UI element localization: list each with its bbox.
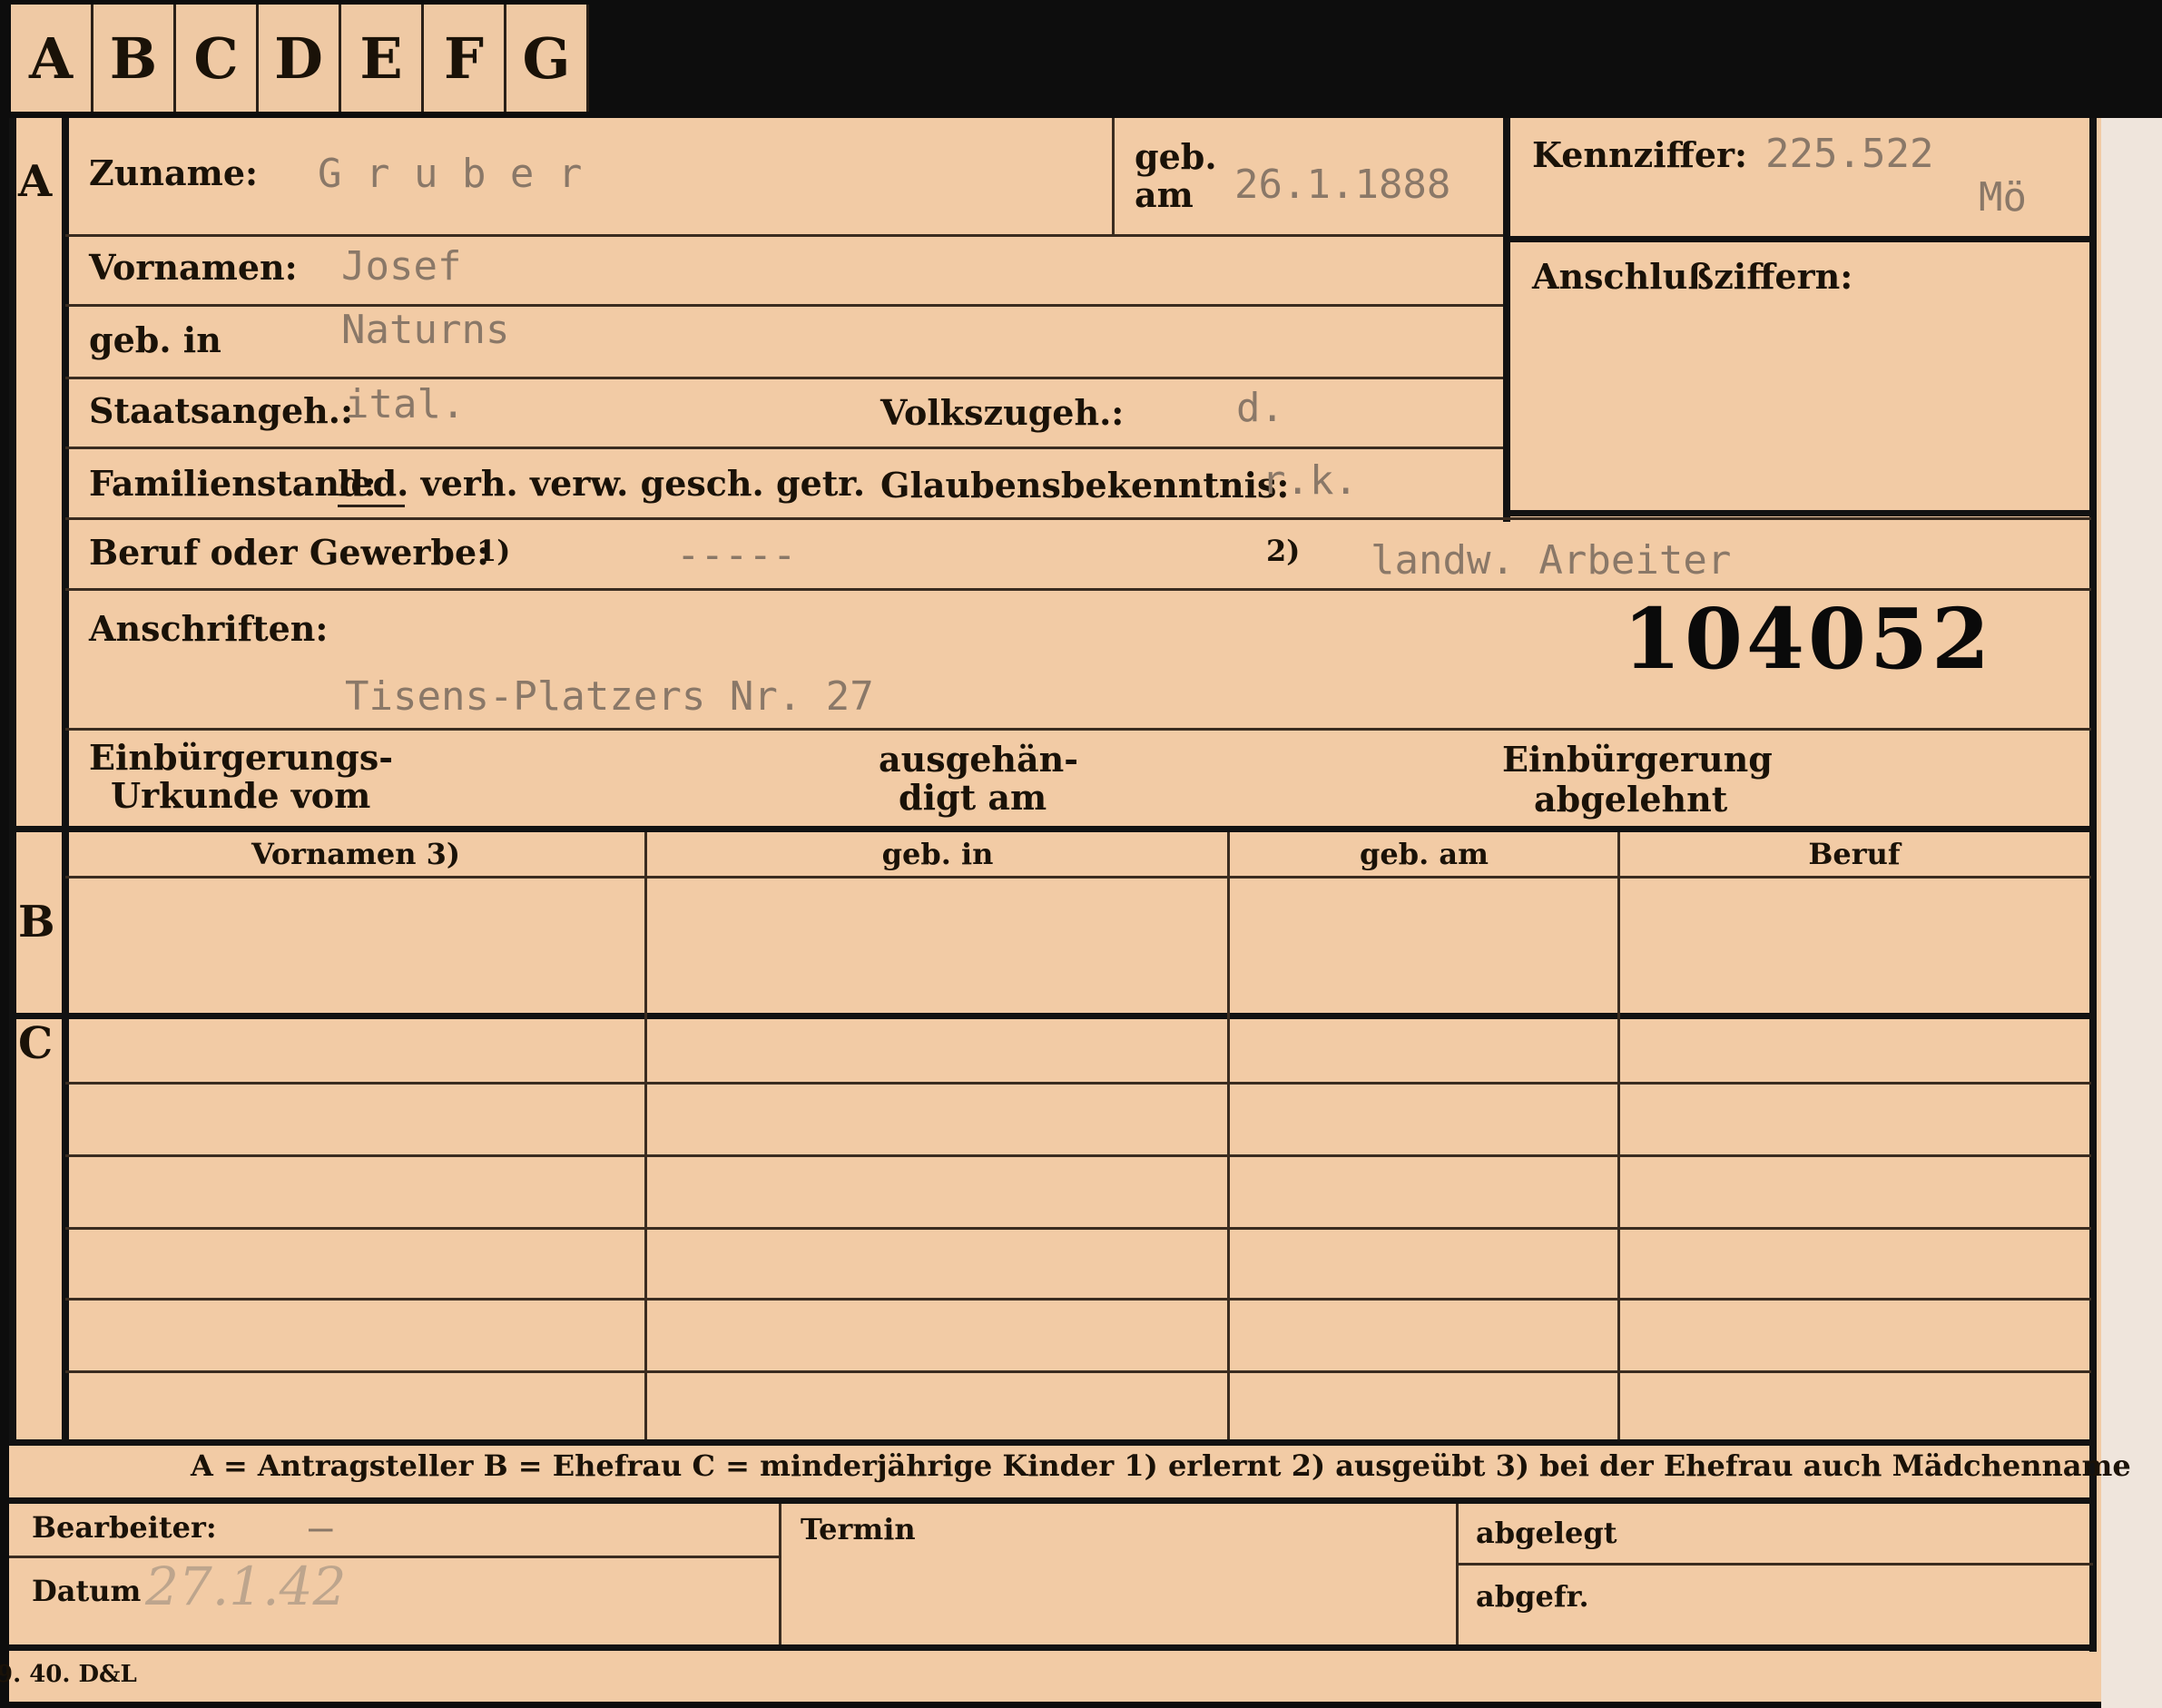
table-row-line: [65, 1227, 2091, 1230]
datum-label: Datum: [32, 1574, 142, 1608]
familienstand-underline: [338, 505, 405, 507]
zuname-label: Zuname:: [89, 152, 259, 193]
tab-b: B: [93, 5, 176, 112]
abgelegt-line: [1458, 1563, 2093, 1566]
ausgehaendigt-label-2: digt am: [899, 777, 1047, 818]
row-line: [65, 517, 2091, 520]
row-line: [65, 234, 1503, 237]
einbuergerung-abgelehnt-label-2: abgelehnt: [1534, 779, 1728, 820]
glaubensbekenntnis-value: r.k.: [1262, 457, 1358, 504]
geb-in-value: Naturns: [341, 307, 510, 353]
anschriften-label: Anschriften:: [89, 608, 329, 649]
am-label: am: [1135, 174, 1194, 215]
col-header-vornamen: Vornamen 3): [251, 837, 461, 871]
index-tabs: A B C D E F G: [11, 5, 589, 112]
registration-card: A Zuname: G r u b e r geb. am 26.1.1888 …: [0, 118, 2131, 1702]
geb-divider: [1112, 118, 1115, 234]
tab-f: F: [424, 5, 506, 112]
col-header-beruf: Beruf: [1808, 837, 1901, 871]
abgelegt-label: abgelegt: [1476, 1516, 1617, 1550]
section-c-top-border: [9, 1013, 2097, 1019]
ausgehaendigt-label-1: ausgehän-: [879, 739, 1079, 780]
beruf-footnote-1: 1): [477, 534, 511, 568]
anschlussziffern-label: Anschlußziffern:: [1532, 256, 1853, 297]
einbuergerung-abgelehnt-label-1: Einbürgerung: [1502, 739, 1773, 780]
tab-d: D: [259, 5, 341, 112]
geb-am-value: 26.1.1888: [1234, 162, 1451, 208]
row-line: [65, 304, 1503, 307]
section-a-label: A: [18, 156, 53, 207]
section-column-border: [62, 118, 69, 1443]
tab-g: G: [506, 5, 589, 112]
zuname-value: G r u b e r: [318, 151, 583, 197]
familienstand-options: led. verh. verw. gesch. getr.: [338, 463, 866, 504]
volkszugeh-label: Volkszugeh.:: [880, 392, 1125, 433]
kennziffer-box-divider: [1503, 236, 2093, 242]
col-header-geb-in: geb. in: [881, 837, 994, 871]
tab-a: A: [11, 5, 93, 112]
legend-bottom-border: [9, 1497, 2097, 1504]
card-number: 104052: [1623, 590, 1994, 688]
row-line: [65, 377, 1503, 379]
card-bottom-border: [9, 1644, 2097, 1651]
beruf-ausgeuebt-value: landw. Arbeiter: [1371, 537, 1732, 584]
termin-divider-right: [1456, 1504, 1459, 1649]
familienstand-label: Familienstand:: [89, 463, 377, 504]
einbuergerung-urkunde-label-2: Urkunde vom: [111, 775, 371, 816]
bearbeiter-label: Bearbeiter:: [32, 1510, 217, 1545]
col-divider: [1617, 832, 1620, 1440]
header-row-line: [65, 876, 2091, 879]
anschrift-value: Tisens-Platzers Nr. 27: [345, 673, 874, 720]
legend-top-border: [9, 1439, 2097, 1446]
volkszugeh-value: d.: [1236, 385, 1284, 431]
beruf-erlernt-value: -----: [676, 532, 797, 578]
kennziffer-box-bottom: [1503, 510, 2093, 516]
vornamen-label: Vornamen:: [89, 247, 298, 288]
termin-label: Termin: [801, 1512, 916, 1546]
kennziffer-label: Kennziffer:: [1532, 134, 1748, 175]
legend: A = Antragsteller B = Ehefrau C = minder…: [191, 1448, 2131, 1483]
section-b-label: B: [18, 897, 55, 947]
einbuergerung-urkunde-label-1: Einbürgerungs-: [89, 737, 394, 778]
table-row-line: [65, 1370, 2091, 1373]
beruf-footnote-2: 2): [1266, 534, 1301, 568]
print-mark: 9. 40. D&L: [0, 1661, 137, 1688]
kennziffer-box-left: [1503, 118, 1510, 522]
right-border: [2089, 118, 2097, 1652]
datum-value: 27.1.42: [145, 1556, 347, 1617]
section-c-label: C: [18, 1018, 54, 1069]
col-header-geb-am: geb. am: [1360, 837, 1489, 871]
col-divider: [644, 832, 647, 1440]
staatsangeh-label: Staatsangeh.:: [89, 390, 354, 431]
tab-c: C: [176, 5, 259, 112]
geb-in-label: geb. in: [89, 319, 221, 360]
table-row-line: [65, 1154, 2091, 1157]
table-row-line: [65, 1082, 2091, 1085]
kennziffer-value: 225.522: [1765, 131, 1934, 177]
beruf-label: Beruf oder Gewerbe:: [89, 532, 490, 573]
abgefr-label: abgefr.: [1476, 1579, 1589, 1614]
row-line: [65, 447, 1503, 449]
left-border: [9, 118, 16, 1443]
vornamen-value: Josef: [341, 243, 462, 290]
col-divider: [1227, 832, 1230, 1440]
staatsangeh-value: ital.: [345, 381, 466, 427]
section-b-top-border: [9, 826, 2097, 832]
termin-divider-left: [779, 1504, 781, 1649]
bearbeiter-line: [9, 1556, 781, 1558]
glaubensbekenntnis-label: Glaubensbekenntnis:: [880, 465, 1290, 506]
bearbeiter-value: –: [309, 1505, 333, 1551]
kennziffer-suffix: Mö: [1979, 174, 2027, 221]
geb-label: geb.: [1135, 136, 1217, 177]
row-line: [65, 728, 2091, 731]
table-row-line: [65, 1298, 2091, 1301]
tab-e: E: [341, 5, 424, 112]
